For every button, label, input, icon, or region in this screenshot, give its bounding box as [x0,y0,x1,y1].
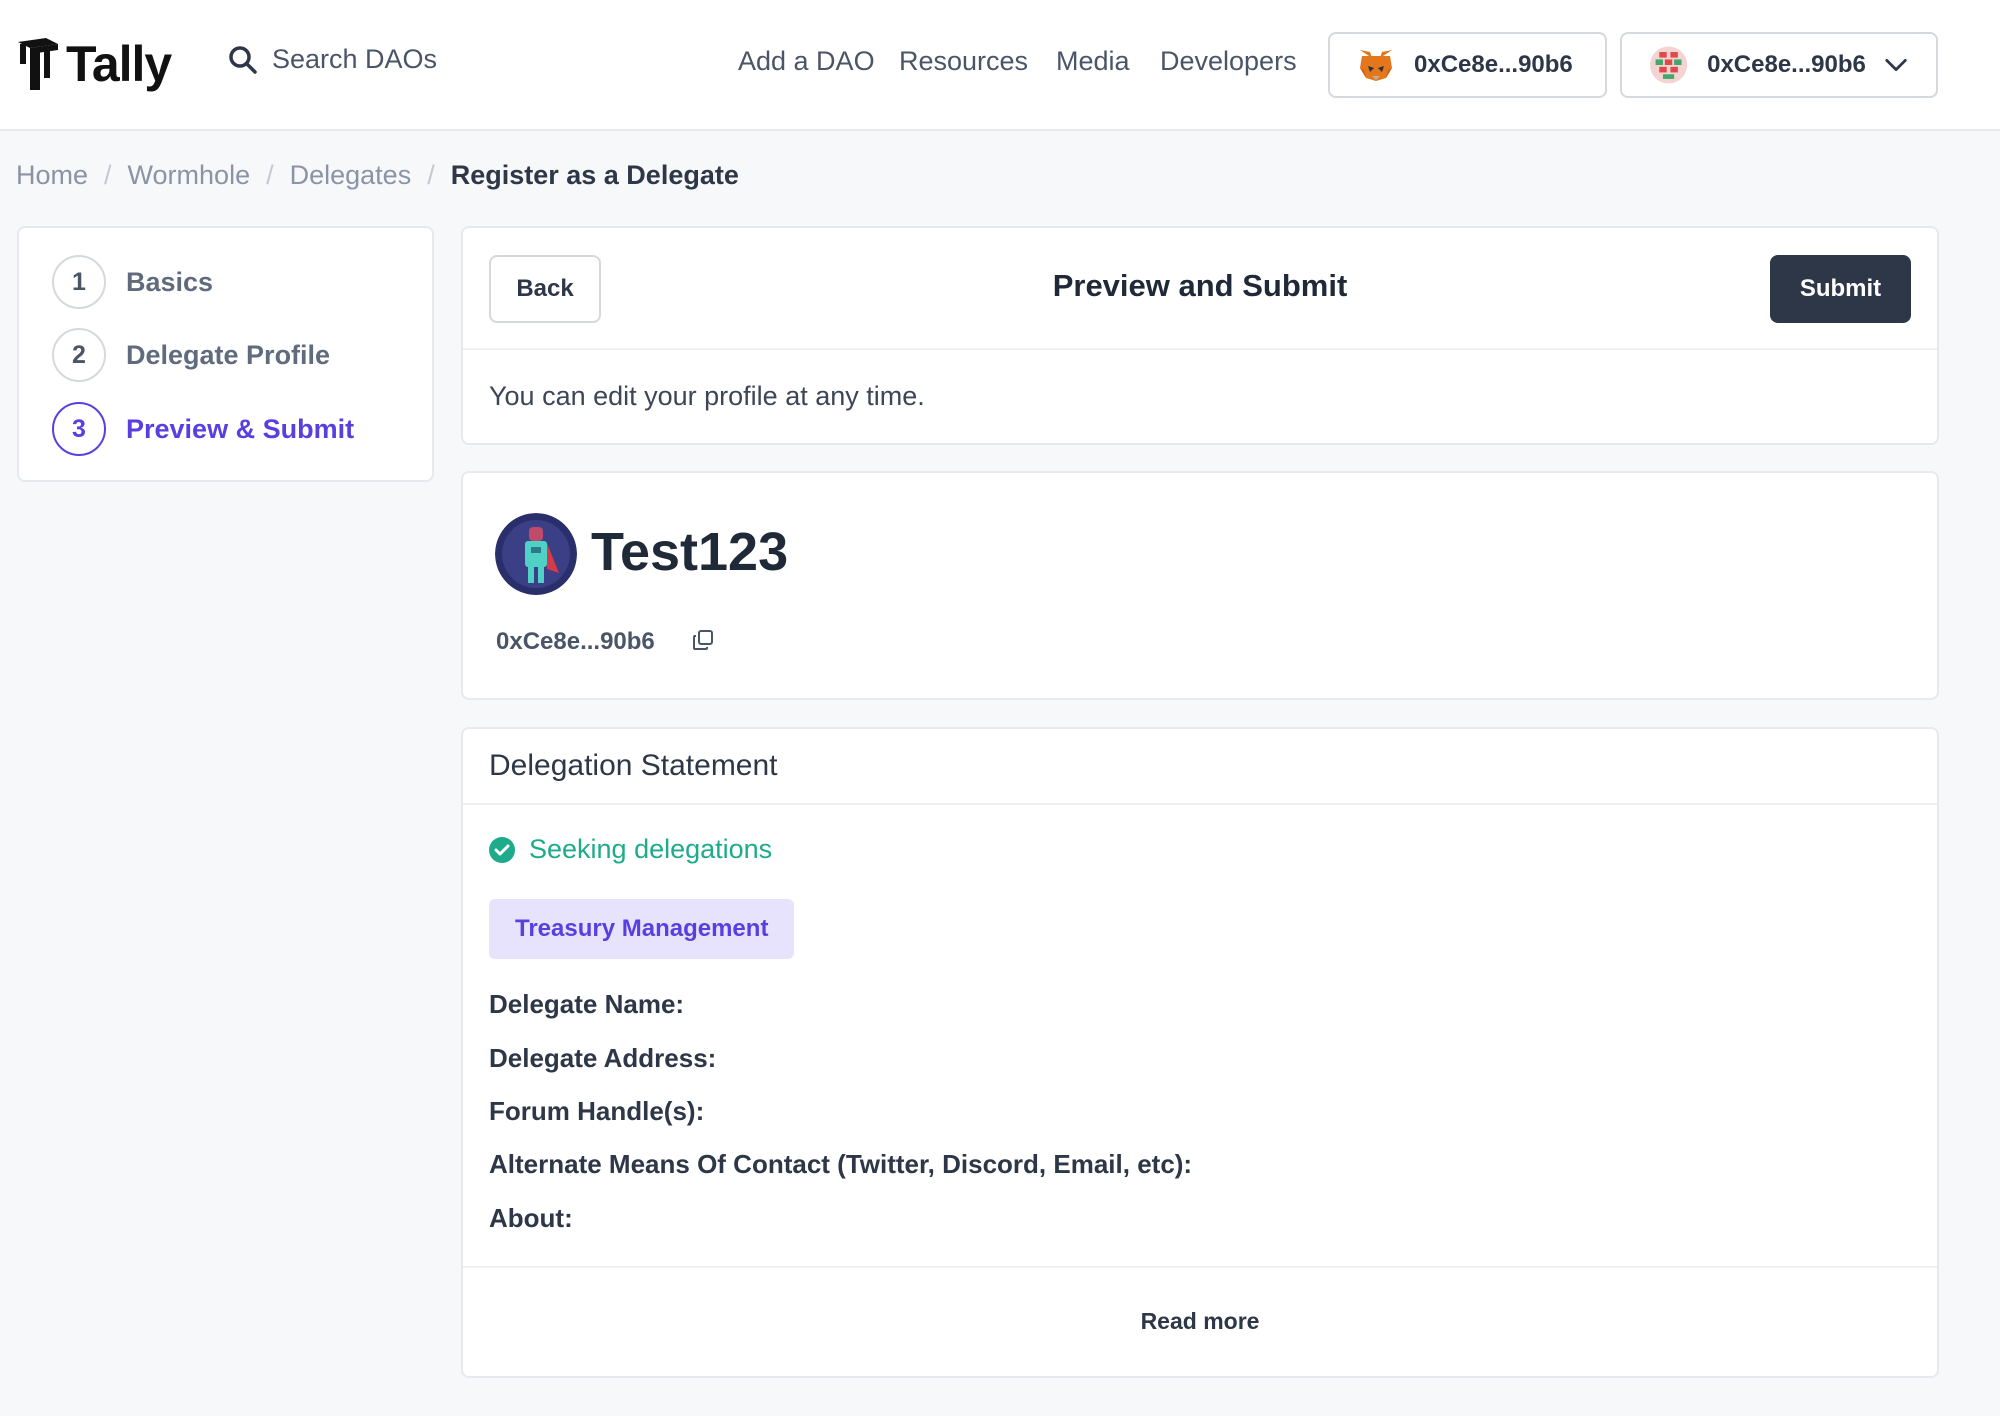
preview-title: Preview and Submit [1052,268,1348,303]
step-basics[interactable]: 1 Basics [52,255,213,309]
metamask-fox-icon [1360,50,1392,81]
statement-footer: Read more [463,1266,1937,1376]
profile-name: Test123 [591,522,789,582]
step-number: 2 [52,328,106,382]
form-stepper: 1 Basics 2 Delegate Profile 3 Preview & … [17,226,434,482]
statement-title: Delegation Statement [489,749,778,782]
wallet-address: 0xCe8e...90b6 [1414,51,1573,78]
profile-address: 0xCe8e...90b6 [496,628,655,655]
field-about: About: [489,1203,573,1233]
chevron-down-icon [1885,58,1907,72]
field-delegate-name: Delegate Name: [489,989,685,1019]
tally-logo-icon [18,38,58,90]
profile-card: Test123 0xCe8e...90b6 [461,471,1939,700]
breadcrumb-wormhole[interactable]: Wormhole [128,160,251,191]
submit-button[interactable]: Submit [1770,255,1911,323]
nav-resources[interactable]: Resources [899,46,1028,77]
field-forum-handles: Forum Handle(s): [489,1096,705,1126]
breadcrumb-separator: / [266,160,274,190]
step-number: 1 [52,255,106,309]
step-number: 3 [52,402,106,456]
search-daos[interactable]: Search DAOs [228,44,437,75]
astronaut-avatar-icon [495,513,577,595]
step-label: Delegate Profile [126,339,331,370]
step-delegate-profile[interactable]: 2 Delegate Profile [52,328,330,382]
account-address: 0xCe8e...90b6 [1707,51,1866,78]
delegation-statement-card: Delegation Statement Seeking delegations… [461,727,1939,1378]
step-label: Basics [126,266,214,297]
top-header: Tally Search DAOs Add a DAO Resources Me… [0,0,2000,131]
read-more-link[interactable]: Read more [463,1308,1937,1335]
breadcrumb-delegates[interactable]: Delegates [290,160,412,191]
statement-header: Delegation Statement [463,729,1937,805]
nav-developers[interactable]: Developers [1160,46,1297,77]
tally-logo[interactable]: Tally [16,34,172,94]
search-icon [229,45,257,74]
search-placeholder: Search DAOs [272,44,438,74]
field-delegate-address: Delegate Address: [489,1043,717,1073]
breadcrumb-current: Register as a Delegate [450,160,739,190]
edit-note: You can edit your profile at any time. [489,381,925,411]
account-avatar-icon [1650,46,1688,84]
copy-icon[interactable] [691,628,715,652]
breadcrumb-separator: / [427,160,435,190]
nav-media[interactable]: Media [1056,46,1130,77]
account-menu-button[interactable]: 0xCe8e...90b6 [1620,32,1938,98]
seeking-delegations-status: Seeking delegations [489,834,772,865]
nav-add-a-dao[interactable]: Add a DAO [738,46,875,77]
profile-avatar [495,513,577,595]
preview-header: Back Preview and Submit Submit [463,228,1937,350]
field-alternate-contact: Alternate Means Of Contact (Twitter, Dis… [489,1149,1193,1179]
check-circle-icon [489,836,515,863]
step-preview-submit[interactable]: 3 Preview & Submit [52,402,354,456]
interest-tag: Treasury Management [489,899,795,959]
logo-text: Tally [66,36,172,92]
seeking-text: Seeking delegations [529,834,773,864]
breadcrumb-separator: / [104,160,112,190]
preview-submit-card: Back Preview and Submit Submit You can e… [461,226,1939,445]
wallet-button[interactable]: 0xCe8e...90b6 [1328,32,1607,98]
breadcrumb-home[interactable]: Home [16,160,88,191]
breadcrumb: Home / Wormhole / Delegates / Register a… [16,160,739,191]
step-label: Preview & Submit [126,413,355,444]
